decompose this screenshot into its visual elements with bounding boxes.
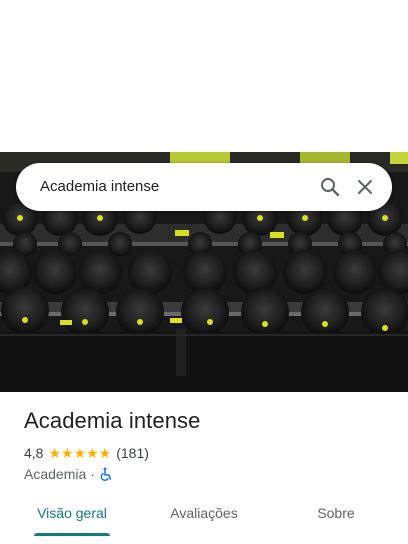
- tab-overview[interactable]: Visão geral: [22, 490, 122, 536]
- place-tabs: Visão geral Avaliações Sobre: [0, 490, 408, 544]
- tab-reviews[interactable]: Avaliações: [154, 490, 254, 536]
- place-category: Academia: [24, 466, 87, 482]
- review-count[interactable]: (181): [116, 445, 149, 461]
- category-row: Academia ·: [24, 465, 113, 483]
- rating-value: 4,8: [24, 445, 44, 461]
- place-title: Academia intense: [24, 408, 201, 433]
- star-rating-icons: ★★★★★: [48, 445, 112, 461]
- active-tab-indicator: [34, 533, 110, 536]
- map-area-blank: [0, 0, 408, 152]
- wheelchair-icon: [99, 467, 113, 481]
- separator: ·: [90, 466, 95, 482]
- search-icon[interactable]: [318, 175, 342, 199]
- tab-about[interactable]: Sobre: [286, 490, 386, 536]
- search-bar[interactable]: Academia intense: [16, 163, 392, 211]
- search-query-text[interactable]: Academia intense: [40, 163, 159, 211]
- close-icon[interactable]: [353, 175, 377, 199]
- rating-row[interactable]: 4,8 ★★★★★ (181): [24, 444, 149, 462]
